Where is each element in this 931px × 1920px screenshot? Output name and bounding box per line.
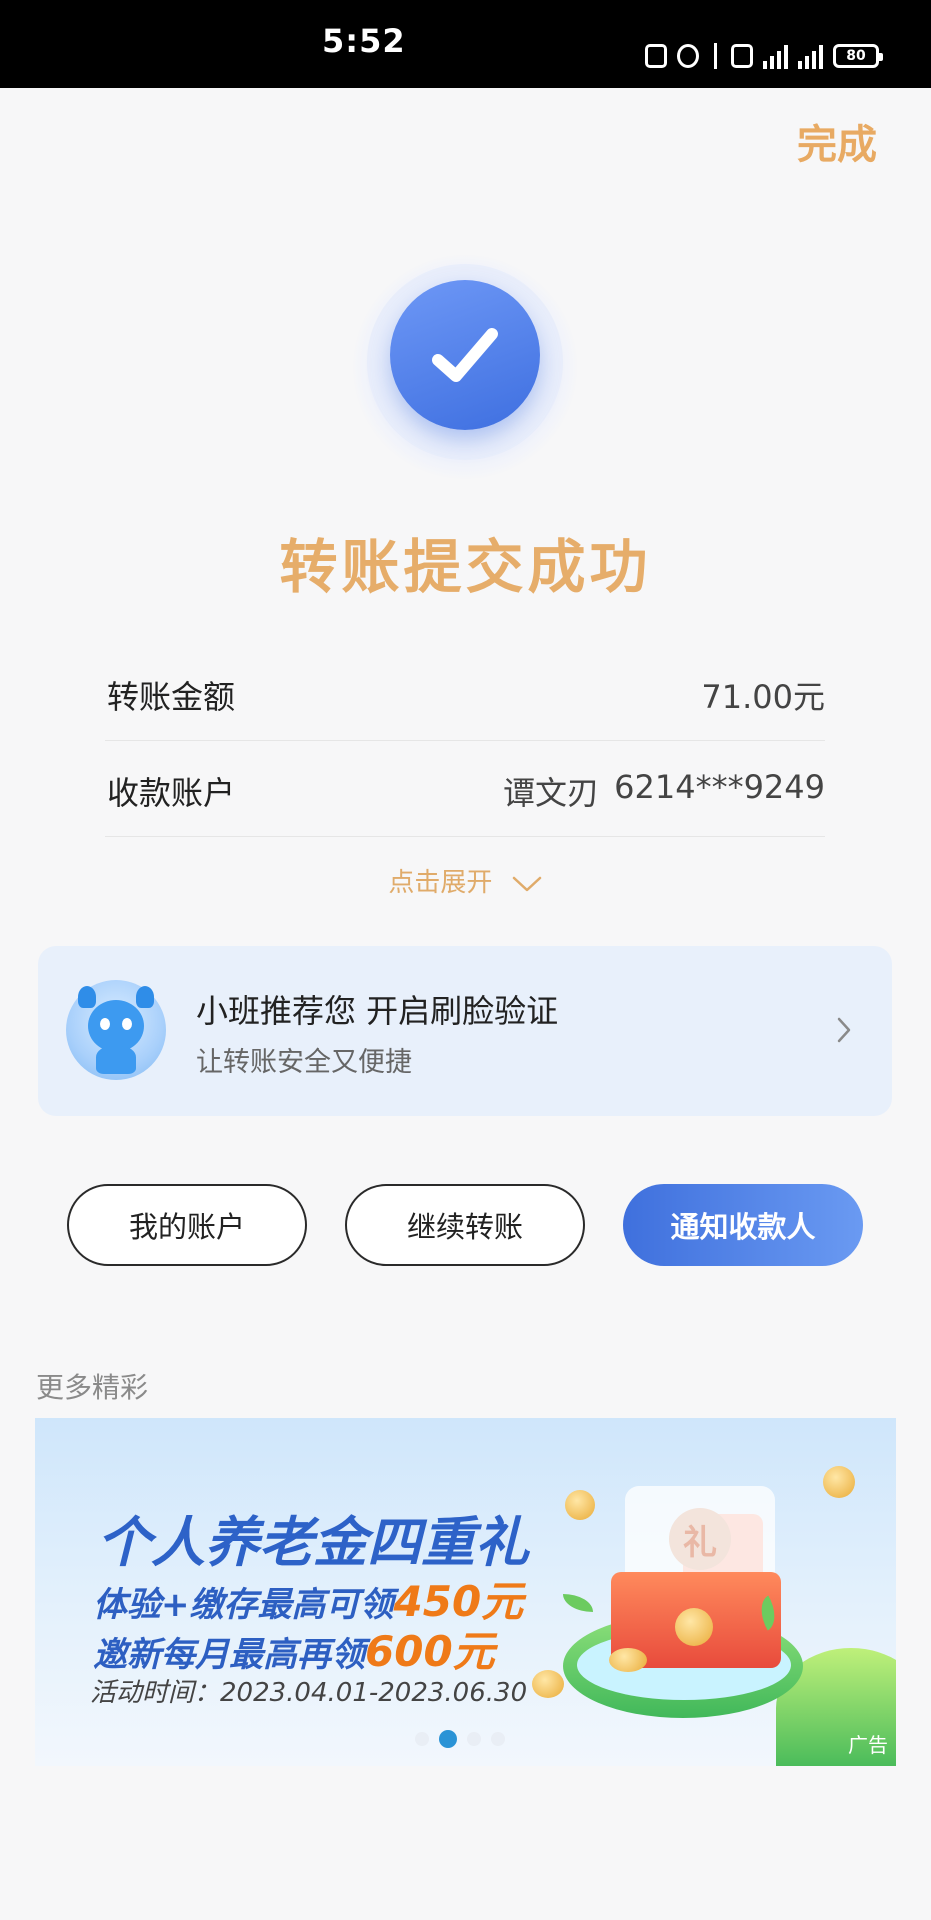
- notify-payee-button[interactable]: 通知收款人: [623, 1184, 863, 1266]
- payee-name: 谭文刃: [502, 774, 599, 812]
- signal-5g-icon: [798, 43, 823, 69]
- signal-4g-icon: [763, 43, 788, 69]
- result-title: 转账提交成功: [279, 533, 652, 601]
- chevron-right-icon: [837, 1017, 851, 1043]
- gift-seal: 礼: [669, 1508, 731, 1570]
- banner-date: 活动时间：2023.04.01-2023.06.30: [90, 1678, 528, 1708]
- done-button[interactable]: 完成: [797, 112, 877, 170]
- ad-tag: 广告: [848, 1733, 888, 1757]
- pagination-dot-active[interactable]: [439, 1730, 457, 1748]
- banner-title: 个人养老金四重礼: [97, 1511, 529, 1574]
- face-verify-promo-card[interactable]: 小班推荐您 开启刷脸验证 让转账安全又便捷: [38, 946, 892, 1116]
- amount-label: 转账金额: [107, 678, 236, 716]
- leaf-icon: [563, 1594, 593, 1612]
- pagination-dot[interactable]: [415, 1732, 429, 1746]
- mascot-ear-right: [136, 986, 154, 1008]
- my-account-button[interactable]: 我的账户: [67, 1184, 307, 1266]
- nfc-icon: [645, 44, 667, 68]
- pension-promo-banner[interactable]: 个人养老金四重礼 体验+缴存最高可领450元 邀新每月最高再领600元 活动时间…: [35, 1418, 896, 1766]
- status-time: 5:52: [322, 22, 406, 60]
- pagination-dot[interactable]: [467, 1732, 481, 1746]
- promo-subtitle: 让转账安全又便捷: [196, 1047, 412, 1078]
- coin-stack-icon: [609, 1648, 647, 1672]
- status-bar: 5:52 80: [0, 0, 931, 88]
- amount-value: 71.00元: [701, 678, 825, 716]
- coin-icon: [675, 1608, 713, 1646]
- mascot-ear-left: [78, 986, 96, 1008]
- coin-icon: [565, 1490, 595, 1520]
- promo-title: 小班推荐您 开启刷脸验证: [196, 992, 559, 1030]
- success-check-icon: [390, 280, 540, 430]
- more-section-label: 更多精彩: [36, 1371, 149, 1404]
- chevron-down-icon: [512, 876, 541, 891]
- pagination-dot[interactable]: [491, 1732, 505, 1746]
- coin-icon: [823, 1466, 855, 1498]
- detail-row-account: 收款账户 谭文刃 6214***9249: [105, 740, 825, 837]
- status-icons: 80: [645, 38, 883, 74]
- banner-pagination: [415, 1730, 505, 1748]
- battery-level: 80: [846, 48, 866, 64]
- mascot-eye-left: [100, 1018, 110, 1030]
- mascot-avatar: [66, 980, 166, 1080]
- alarm-icon: [677, 44, 699, 68]
- vibrate-icon: [731, 44, 753, 68]
- banner-line-2: 邀新每月最高再领600元: [93, 1618, 495, 1679]
- expand-details-button[interactable]: 点击展开: [0, 862, 931, 899]
- banner-line-2-text: 邀新每月最高再领: [93, 1635, 365, 1675]
- mascot-face: [88, 1000, 144, 1052]
- account-number: 6214***9249: [614, 768, 825, 806]
- account-label: 收款账户: [107, 774, 236, 812]
- mascot-eye-right: [122, 1018, 132, 1030]
- detail-row-amount: 转账金额 71.00元: [105, 644, 825, 741]
- bluetooth-icon: [709, 43, 721, 69]
- coin-icon: [532, 1670, 564, 1698]
- battery-icon: 80: [833, 44, 883, 68]
- continue-transfer-button[interactable]: 继续转账: [345, 1184, 585, 1266]
- expand-label: 点击展开: [388, 868, 493, 898]
- banner-line-2-amount: 600元: [365, 1627, 495, 1676]
- mascot-body: [96, 1046, 136, 1074]
